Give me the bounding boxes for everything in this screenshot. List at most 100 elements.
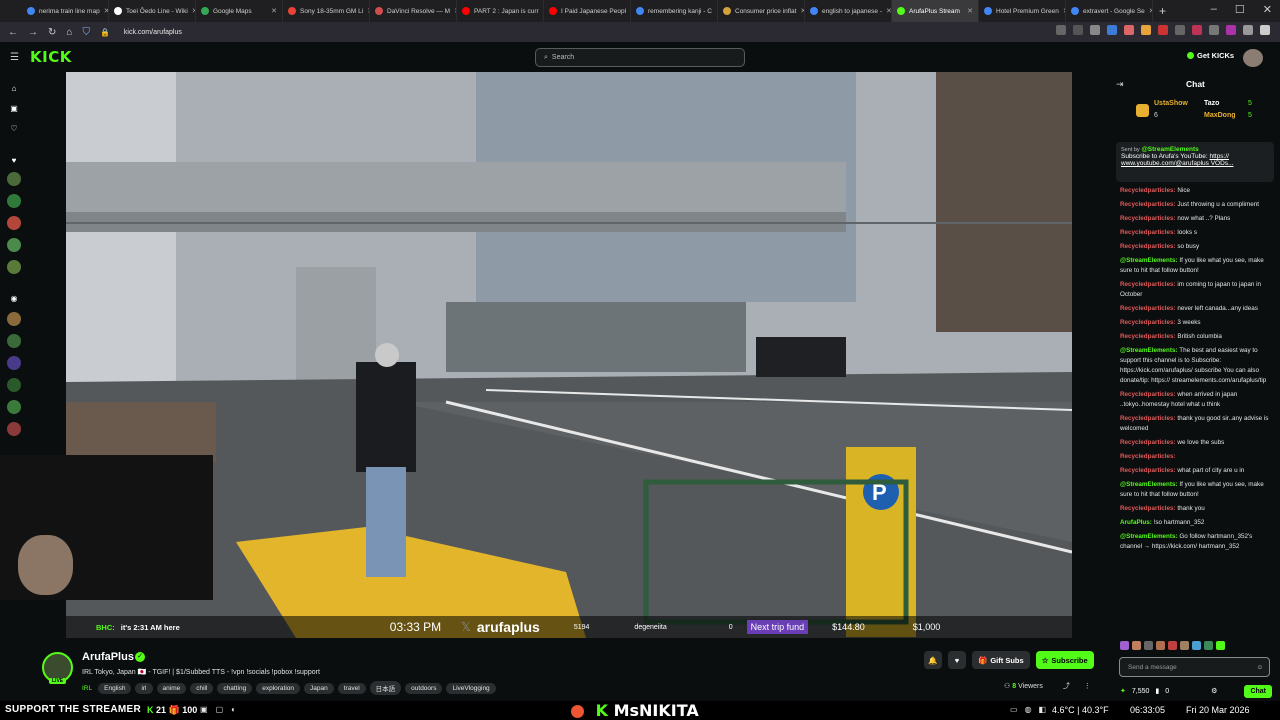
chat-username[interactable]: Recycledparticles: [1120,391,1176,398]
following-nav-icon[interactable]: ♡ [7,122,21,136]
channel-avatar[interactable] [7,356,21,370]
emote[interactable] [1204,641,1213,650]
channel-avatar[interactable] [7,378,21,392]
emote[interactable] [1156,641,1165,650]
browser-tab[interactable]: DaVinci Resolve — M✕ [370,0,457,22]
chat-username[interactable]: Recycledparticles: [1120,505,1176,512]
browser-tab[interactable]: Sony 18-35mm GM Li✕ [283,0,370,22]
chat-username[interactable]: Recycledparticles: [1120,333,1176,340]
chat-username[interactable]: Recycledparticles: [1120,319,1176,326]
browser-tab[interactable]: PART 2 : Japan is curr✕ [457,0,544,22]
reload-icon[interactable]: ↻ [48,27,56,38]
close-icon[interactable]: ✕ [1263,3,1272,16]
channel-avatar[interactable] [7,334,21,348]
gifter-name[interactable]: UstaShow [1154,100,1188,107]
app-icon[interactable]: ◐ [231,705,236,714]
get-kicks-button[interactable]: Get KICKs [1187,51,1234,60]
browser-tab[interactable]: Toei Ōedo Line - Wiki✕ [109,0,196,22]
browser-tab[interactable]: Consumer price inflat✕ [718,0,805,22]
extension-icon[interactable] [1124,25,1134,35]
tab-close-icon[interactable]: ✕ [1149,7,1152,15]
emote[interactable] [1120,641,1129,650]
chat-username[interactable]: Recycledparticles: [1120,281,1176,288]
channel-avatar[interactable] [7,238,21,252]
tray-icon[interactable]: ▭ [1010,705,1018,714]
browser-tab[interactable]: nerima train line map ✕ [22,0,109,22]
maximize-icon[interactable]: ☐ [1235,3,1245,16]
browse-nav-icon[interactable]: ▣ [7,102,21,116]
browser-tab[interactable]: Google Maps ✕ [196,0,283,22]
browser-tab[interactable]: Hotel Premium Green✕ [979,0,1066,22]
channel-points[interactable]: 7,550 [1132,688,1150,695]
user-avatar[interactable] [1243,49,1263,67]
forward-icon[interactable]: → [28,27,38,38]
chat-username[interactable]: Recycledparticles: [1120,453,1176,460]
collapse-chat-icon[interactable]: ⇥ [1116,79,1124,90]
stream-tag[interactable]: outdoors [405,682,443,694]
category-link[interactable]: IRL [82,685,92,692]
pinned-user[interactable]: @StreamElements [1141,146,1198,153]
browser-tab[interactable]: remembering kanji - C✕ [631,0,718,22]
stream-tag[interactable]: chatting [217,682,253,694]
chat-username[interactable]: Recycledparticles: [1120,229,1176,236]
minimize-icon[interactable]: – [1211,3,1217,16]
channel-avatar[interactable] [7,260,21,274]
menu-icon[interactable] [1260,25,1270,35]
emote[interactable] [1216,641,1225,650]
shield-icon[interactable]: ⛉ [82,27,90,38]
stream-tag[interactable]: LiveVlogging [446,682,496,694]
search-input[interactable]: ⌕ Search [535,48,745,67]
channel-avatar[interactable] [7,216,21,230]
emote[interactable] [1192,641,1201,650]
extension-icon[interactable] [1192,25,1202,35]
chat-username[interactable]: @StreamElements: [1120,533,1178,540]
stream-tag[interactable]: travel [337,682,366,694]
subscribe-button[interactable]: ☆ Subscribe [1035,651,1094,669]
url-field[interactable]: kick.com/arufaplus [124,29,182,36]
chat-username[interactable]: @StreamElements: [1120,257,1178,264]
follow-heart-icon[interactable]: ♥ [948,651,966,669]
home-nav-icon[interactable]: ⌂ [7,82,21,96]
chat-username[interactable]: Recycledparticles: [1120,305,1176,312]
emote[interactable] [1168,641,1177,650]
hamburger-icon[interactable]: ☰ [10,52,19,63]
gifter-name[interactable]: Tazo [1204,100,1219,107]
extension-icon[interactable] [1175,25,1185,35]
chat-username[interactable]: ArufaPlus: [1120,519,1152,526]
kick-logo[interactable]: KICK [30,48,72,66]
stream-tag[interactable]: Japan [304,682,334,694]
extension-icon[interactable] [1158,25,1168,35]
chat-send-button[interactable]: Chat [1244,684,1272,698]
emote[interactable] [1144,641,1153,650]
extension-icon[interactable] [1073,25,1083,35]
channel-avatar[interactable] [7,172,21,186]
extension-icon[interactable] [1243,25,1253,35]
stream-tag[interactable]: exploration [256,682,301,694]
chat-username[interactable]: Recycledparticles: [1120,243,1176,250]
tab-close-icon[interactable]: ✕ [886,7,891,15]
chat-username[interactable]: Recycledparticles: [1120,415,1176,422]
browser-tab[interactable]: english to japanese - ✕ [805,0,892,22]
tab-close-icon[interactable]: ✕ [271,7,277,15]
tray-icon[interactable]: ◧ [1039,705,1047,714]
gifter-name[interactable]: MaxDong [1204,112,1236,119]
channel-avatar[interactable] [7,400,21,414]
emote[interactable] [1180,641,1189,650]
notification-bell-icon[interactable]: 🔔 [924,651,942,669]
home-icon[interactable]: ⌂ [66,27,72,38]
back-icon[interactable]: ← [8,27,18,38]
chat-username[interactable]: Recycledparticles: [1120,215,1176,222]
app-icon[interactable]: ▢ [216,705,224,714]
emote[interactable] [1132,641,1141,650]
pinned-message[interactable]: Sent by @StreamElements Subscribe to Aru… [1116,142,1274,182]
chat-username[interactable]: @StreamElements: [1120,347,1178,354]
chat-username[interactable]: Recycledparticles: [1120,439,1176,446]
channel-avatar[interactable] [7,312,21,326]
channel-avatar[interactable] [7,422,21,436]
stream-tag[interactable]: English [98,682,132,694]
streamer-name[interactable]: ArufaPlus [82,651,134,663]
new-tab-icon[interactable]: + [1159,4,1166,18]
chat-username[interactable]: Recycledparticles: [1120,201,1176,208]
extension-icon[interactable] [1226,25,1236,35]
browser-tab[interactable]: ArufaPlus Stream ✕ [892,0,979,22]
